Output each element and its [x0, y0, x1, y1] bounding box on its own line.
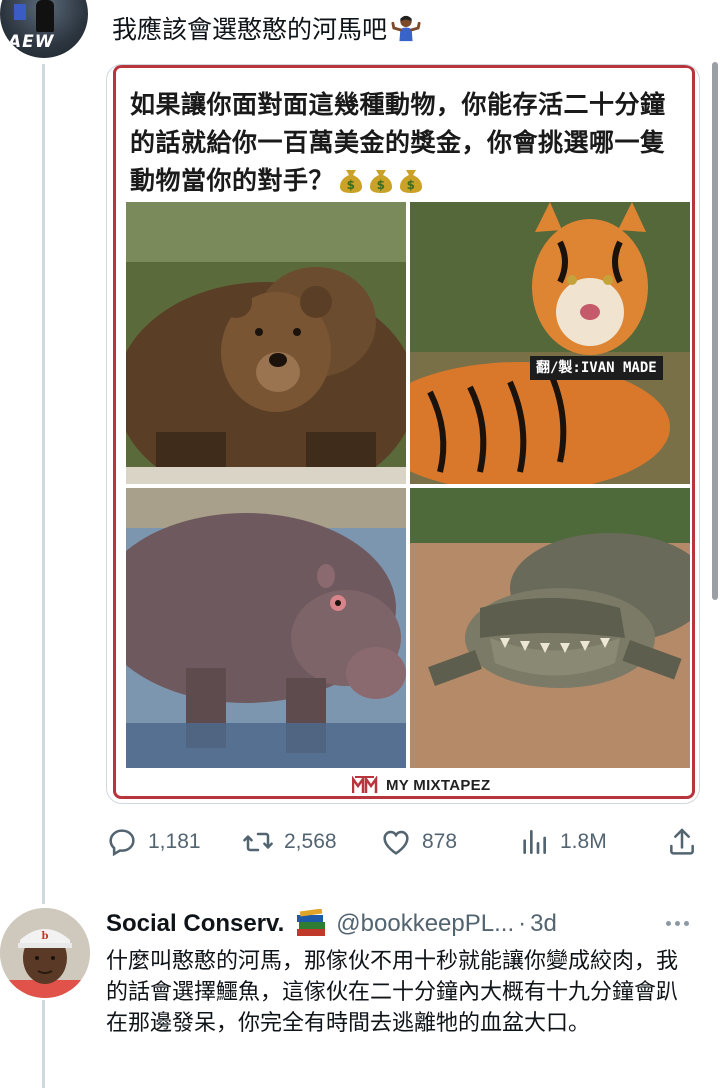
more-options-button[interactable] — [660, 908, 694, 938]
like-count: 878 — [422, 830, 458, 853]
reply-handle[interactable]: @bookkeepPL... — [336, 910, 514, 938]
avatar-figure — [36, 0, 54, 32]
money-bag-icon: $ — [340, 170, 363, 193]
tweet-actions: 1,181 2,568 878 1.8M — [106, 822, 700, 862]
reply-timestamp[interactable]: 3d — [530, 910, 557, 938]
more-dot-icon — [683, 920, 689, 926]
reply-header: Social Conserv. @bookkeepPL... · 3d — [106, 906, 716, 942]
media-card[interactable]: 如果讓你面對面這幾種動物，你能存活二十分鐘的話就給你一百萬美金的獎金，你會挑選哪… — [106, 64, 700, 804]
mixtapez-logo-icon — [352, 776, 378, 793]
crocodile-photo[interactable] — [410, 488, 690, 768]
svg-text:$: $ — [377, 178, 386, 192]
retweet-icon — [243, 832, 273, 852]
tiger-photo[interactable] — [410, 202, 690, 484]
books-emoji — [297, 909, 326, 936]
card-heading: 如果讓你面對面這幾種動物，你能存活二十分鐘的話就給你一百萬美金的獎金，你會挑選哪… — [130, 86, 690, 200]
share-button[interactable] — [666, 822, 698, 862]
hippo-photo[interactable] — [126, 488, 406, 768]
mixtapez-logo-text: MY MIXTAPEZ — [386, 776, 491, 794]
money-bag-icon: $ — [400, 170, 423, 193]
views-button[interactable]: 1.8M — [518, 822, 607, 862]
avatar-figure-detail — [14, 4, 26, 20]
share-icon — [670, 828, 694, 855]
avatar-logo: AEW — [8, 32, 55, 52]
reply-count: 1,181 — [148, 830, 201, 853]
svg-text:b: b — [42, 931, 49, 942]
like-button[interactable]: 878 — [380, 822, 457, 862]
mixtapez-logo: MY MIXTAPEZ — [352, 774, 490, 796]
svg-text:$: $ — [407, 178, 416, 192]
reply-text: 什麼叫憨憨的河馬，那傢伙不用十秒就能讓你變成絞肉，我的話會選擇鱷魚，這傢伙在二十… — [106, 949, 679, 1036]
reply-separator: · — [518, 910, 527, 937]
photo-grid — [126, 202, 690, 768]
retweet-count: 2,568 — [284, 830, 337, 853]
reply-icon — [109, 829, 135, 857]
thread-line-reply — [42, 1000, 45, 1088]
money-bag-icon: $ — [370, 170, 393, 193]
reply-button[interactable]: 1,181 — [106, 822, 201, 862]
reply-display-name[interactable]: Social Conserv. — [106, 910, 284, 938]
tweet-text: 我應該會選憨憨的河馬吧 — [112, 12, 421, 48]
image-credit: 翻/製:IVAN MADE — [530, 356, 663, 380]
media-card-frame: 如果讓你面對面這幾種動物，你能存活二十分鐘的話就給你一百萬美金的獎金，你會挑選哪… — [113, 65, 695, 799]
scrollbar[interactable] — [712, 62, 718, 600]
retweet-button[interactable]: 2,568 — [242, 822, 337, 862]
heart-icon — [383, 830, 409, 855]
bear-photo[interactable] — [126, 202, 406, 484]
more-dot-icon — [665, 920, 671, 926]
svg-text:$: $ — [347, 178, 356, 192]
more-dot-icon — [674, 920, 680, 926]
views-bars-icon — [523, 830, 546, 854]
person-shrugging-emoji — [391, 15, 421, 42]
author-avatar[interactable]: AEW — [0, 0, 88, 58]
tweet-text-content: 我應該會選憨憨的河馬吧 — [112, 15, 388, 44]
thread-line — [42, 64, 45, 904]
views-count: 1.8M — [560, 830, 607, 853]
reply-avatar[interactable]: b — [0, 908, 90, 998]
